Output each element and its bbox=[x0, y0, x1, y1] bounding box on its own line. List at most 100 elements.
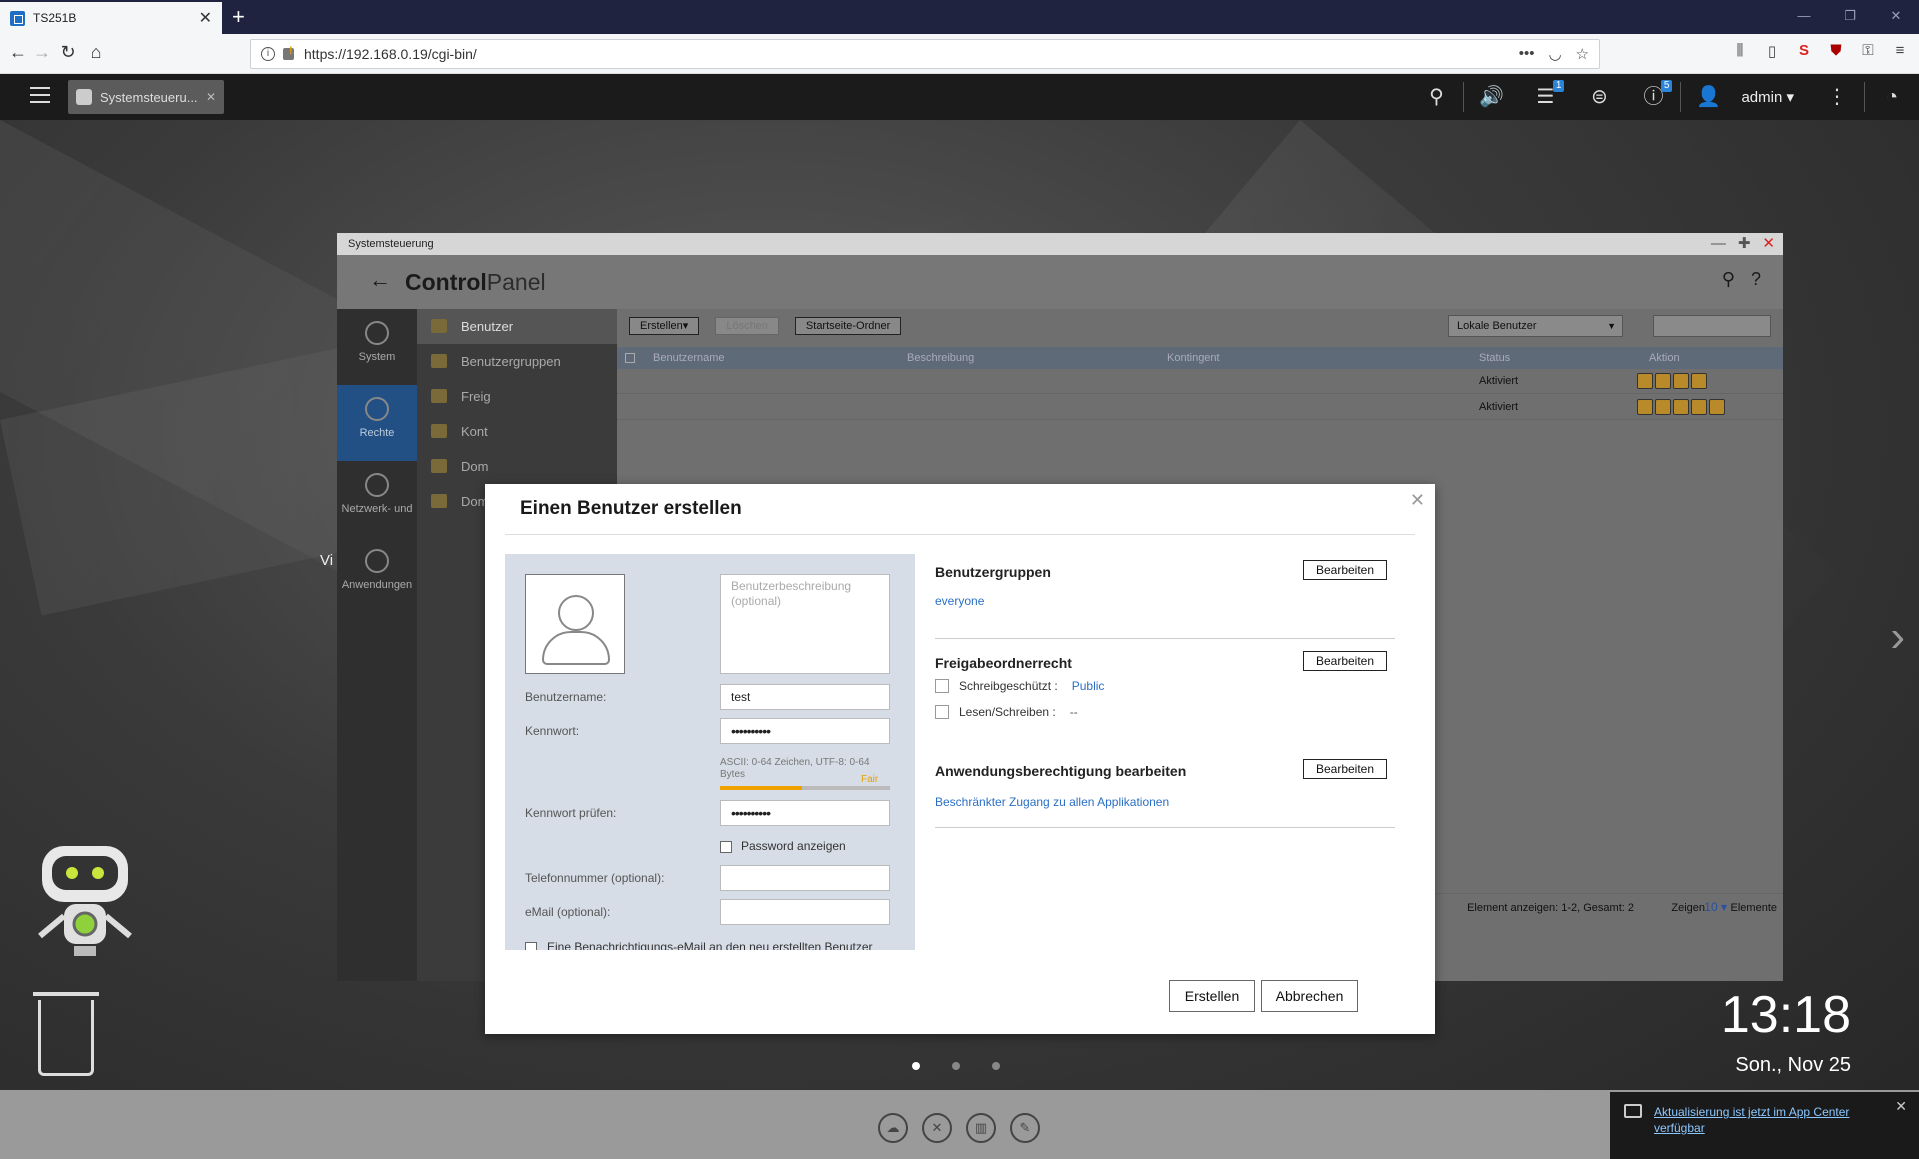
edit-profile-icon[interactable] bbox=[1655, 373, 1671, 389]
column-header[interactable]: Beschreibung bbox=[907, 347, 974, 369]
close-window-icon[interactable]: ✕ bbox=[1873, 0, 1919, 34]
extension-s-icon[interactable]: S bbox=[1795, 42, 1813, 60]
info-icon[interactable]: i bbox=[261, 47, 275, 61]
edit-account-icon[interactable] bbox=[1637, 373, 1653, 389]
sidebar-icon[interactable]: ▯ bbox=[1763, 42, 1781, 60]
table-row[interactable]: Aktiviert bbox=[617, 369, 1783, 394]
notifications-icon[interactable]: ⓘ 5 bbox=[1626, 74, 1680, 120]
insecure-lock-icon[interactable] bbox=[283, 45, 294, 60]
select-all-checkbox[interactable] bbox=[625, 353, 635, 363]
url-text[interactable]: https://192.168.0.19/cgi-bin/ bbox=[304, 46, 1519, 62]
menu-icon[interactable]: ≡ bbox=[1891, 42, 1909, 60]
edit-share-icon[interactable] bbox=[1691, 373, 1707, 389]
back-icon[interactable]: ← bbox=[6, 42, 30, 63]
key-icon[interactable]: ⚿ bbox=[1859, 42, 1877, 60]
column-header[interactable]: Status bbox=[1479, 347, 1510, 369]
edit-share-icon[interactable] bbox=[1691, 399, 1707, 415]
app-tab-controlpanel[interactable]: Systemsteueru... ✕ bbox=[68, 80, 224, 114]
search-icon[interactable]: ⚲ bbox=[1409, 74, 1463, 120]
book-icon[interactable]: ▥ bbox=[966, 1113, 996, 1143]
cancel-button[interactable]: Abbrechen bbox=[1261, 980, 1358, 1012]
close-icon[interactable]: ✕ bbox=[1762, 233, 1775, 255]
home-icon[interactable]: ⌂ bbox=[84, 42, 108, 63]
notify-email-checkbox[interactable] bbox=[525, 942, 537, 950]
dashboard-gauge-icon[interactable]: ◔ bbox=[1865, 74, 1919, 120]
browser-tab[interactable]: TS251B ✕ bbox=[0, 2, 222, 34]
create-button[interactable]: Erstellen bbox=[1169, 980, 1255, 1012]
page-size-select[interactable]: 10 ▾ bbox=[1704, 900, 1727, 914]
search-icon[interactable]: ⚲ bbox=[1722, 269, 1735, 290]
description-textarea[interactable]: Benutzerbeschreibung (optional) bbox=[720, 574, 890, 674]
subnav-domain-1[interactable]: Dom bbox=[417, 449, 617, 484]
volume-icon[interactable]: 🔊 bbox=[1464, 74, 1518, 120]
user-type-select[interactable]: Lokale Benutzer bbox=[1448, 315, 1623, 337]
readonly-value[interactable]: Public bbox=[1072, 679, 1105, 693]
user-avatar-icon[interactable]: 👤 bbox=[1681, 74, 1735, 120]
maximize-icon[interactable]: ✚ bbox=[1738, 233, 1751, 255]
groups-value[interactable]: everyone bbox=[935, 594, 984, 608]
background-tasks-icon[interactable]: ☰ 1 bbox=[1518, 74, 1572, 120]
recycle-bin-icon[interactable] bbox=[33, 992, 99, 1076]
window-titlebar[interactable]: Systemsteuerung — ✚ ✕ bbox=[337, 233, 1783, 255]
pocket-icon[interactable]: ◡ bbox=[1548, 45, 1561, 63]
cloud-icon[interactable]: ☁ bbox=[878, 1113, 908, 1143]
update-notification[interactable]: Aktualisierung ist jetzt im App Center v… bbox=[1610, 1092, 1919, 1159]
edit-group-icon[interactable] bbox=[1673, 373, 1689, 389]
column-header[interactable]: Kontingent bbox=[1167, 347, 1220, 369]
close-notification-icon[interactable]: ✕ bbox=[1895, 1098, 1907, 1115]
new-tab-icon[interactable]: + bbox=[232, 4, 245, 30]
forward-icon[interactable]: → bbox=[30, 42, 54, 63]
edit-account-icon[interactable] bbox=[1637, 399, 1653, 415]
close-tab-icon[interactable]: ✕ bbox=[199, 8, 212, 28]
nav-network[interactable]: Netzwerk- und bbox=[337, 461, 417, 537]
edit-app-icon[interactable] bbox=[1709, 399, 1725, 415]
user-avatar-picker[interactable] bbox=[525, 574, 625, 674]
close-dialog-icon[interactable]: ✕ bbox=[1410, 490, 1425, 511]
more-options-icon[interactable]: ⋮ bbox=[1810, 74, 1864, 120]
page-actions-icon[interactable]: ••• bbox=[1519, 45, 1535, 63]
qboost-robot-icon[interactable] bbox=[30, 840, 140, 970]
home-folder-button[interactable]: Startseite-Ordner bbox=[794, 317, 902, 335]
nav-applications[interactable]: Anwendungen bbox=[337, 537, 417, 613]
notes-icon[interactable]: ✎ bbox=[1010, 1113, 1040, 1143]
column-header[interactable]: Benutzername bbox=[653, 347, 725, 369]
page-dot-3[interactable] bbox=[992, 1062, 1000, 1070]
edit-share-button[interactable]: Bearbeiten bbox=[1303, 651, 1387, 671]
address-bar[interactable]: i https://192.168.0.19/cgi-bin/ ••• ◡ ☆ bbox=[250, 39, 1600, 69]
edit-app-permission-button[interactable]: Bearbeiten bbox=[1303, 759, 1387, 779]
subnav-users[interactable]: Benutzer bbox=[417, 309, 617, 344]
library-icon[interactable]: ⫼ bbox=[1731, 42, 1749, 60]
edit-profile-icon[interactable] bbox=[1655, 399, 1671, 415]
minimize-icon[interactable]: — bbox=[1781, 0, 1827, 34]
external-devices-icon[interactable]: ⊜ bbox=[1572, 74, 1626, 120]
user-search-input[interactable] bbox=[1653, 315, 1771, 337]
subnav-groups[interactable]: Benutzergruppen bbox=[417, 344, 617, 379]
next-page-icon[interactable]: › bbox=[1890, 612, 1905, 662]
tools-icon[interactable]: ✕ bbox=[922, 1113, 952, 1143]
user-menu[interactable]: admin ▾ bbox=[1735, 88, 1810, 106]
back-arrow-icon[interactable]: ← bbox=[369, 267, 391, 293]
reload-icon[interactable]: ↻ bbox=[56, 42, 80, 63]
subnav-shares[interactable]: Freig bbox=[417, 379, 617, 414]
username-input[interactable]: test bbox=[720, 684, 890, 710]
email-input[interactable] bbox=[720, 899, 890, 925]
notification-link[interactable]: Aktualisierung ist jetzt im App Center v… bbox=[1654, 1104, 1874, 1136]
page-dot-1[interactable] bbox=[912, 1062, 920, 1070]
create-menu-button[interactable]: Erstellen▾ bbox=[629, 317, 700, 335]
delete-button[interactable]: Löschen bbox=[715, 317, 779, 335]
subnav-quota[interactable]: Kont bbox=[417, 414, 617, 449]
edit-groups-button[interactable]: Bearbeiten bbox=[1303, 560, 1387, 580]
nav-system[interactable]: System bbox=[337, 309, 417, 385]
bookmark-star-icon[interactable]: ☆ bbox=[1576, 45, 1589, 63]
minimize-icon[interactable]: — bbox=[1711, 233, 1726, 255]
confirm-password-input[interactable]: •••••••••• bbox=[720, 800, 890, 826]
page-dot-2[interactable] bbox=[952, 1062, 960, 1070]
nav-privilege[interactable]: Rechte bbox=[337, 385, 417, 461]
restore-icon[interactable]: ❐ bbox=[1827, 0, 1873, 34]
show-password-checkbox[interactable] bbox=[720, 841, 732, 853]
column-header[interactable]: Aktion bbox=[1649, 347, 1680, 369]
ublock-icon[interactable]: ⛊ bbox=[1827, 42, 1845, 60]
close-app-tab-icon[interactable]: ✕ bbox=[206, 90, 216, 104]
help-icon[interactable]: ? bbox=[1751, 269, 1761, 290]
edit-group-icon[interactable] bbox=[1673, 399, 1689, 415]
